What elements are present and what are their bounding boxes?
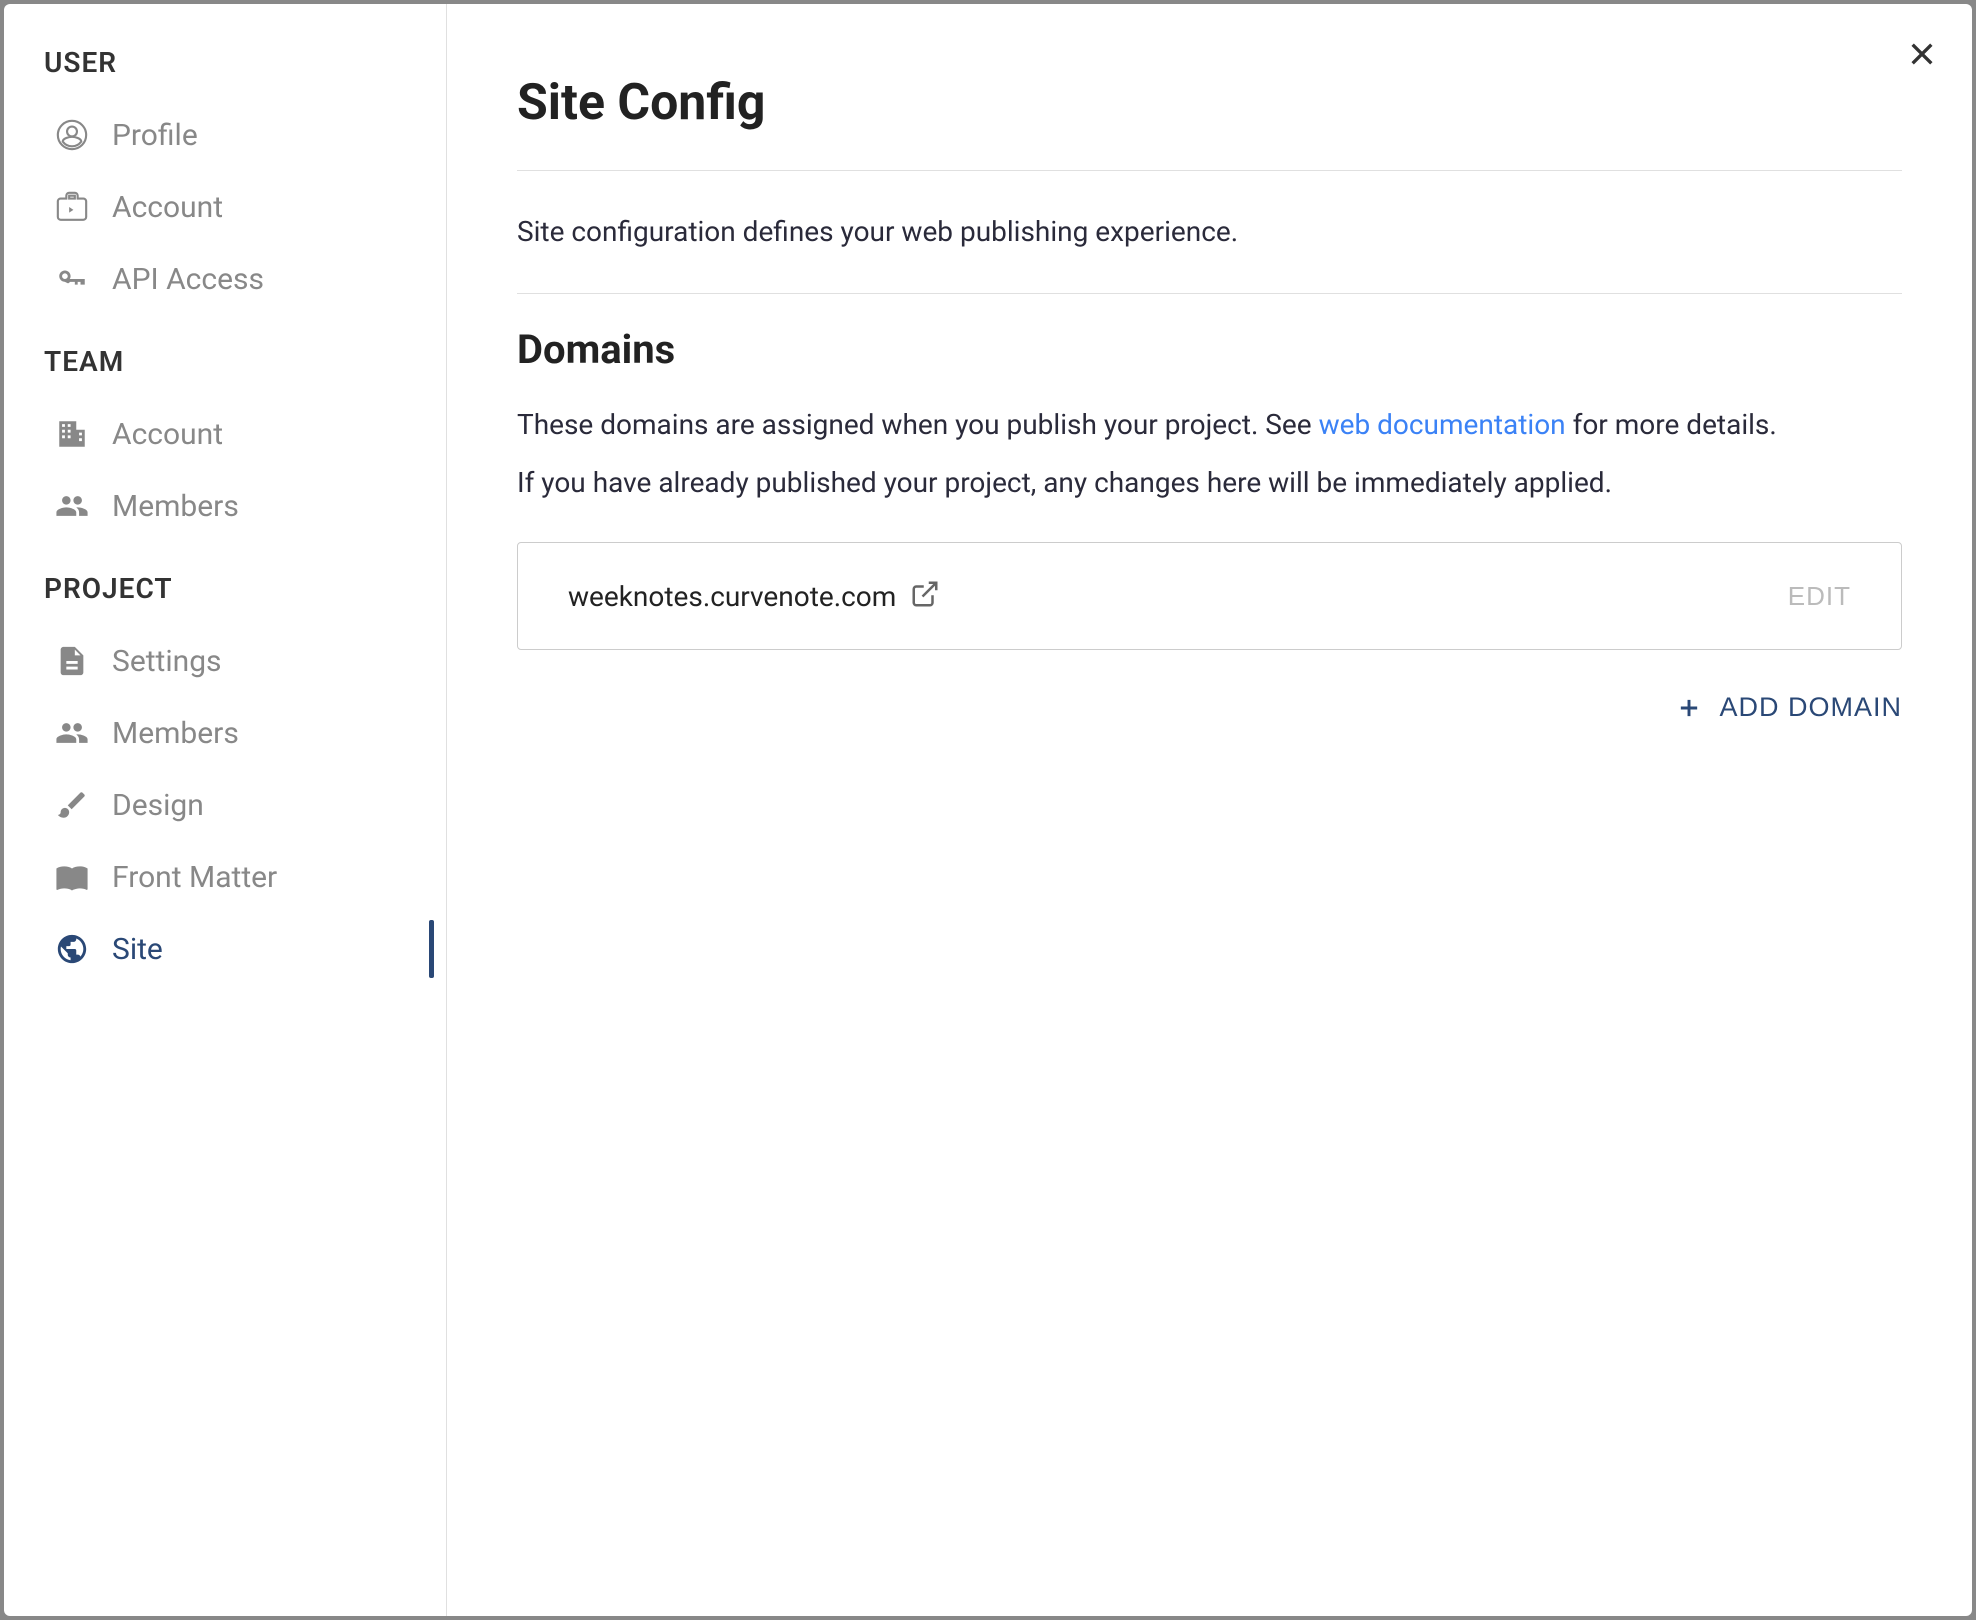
- sidebar-section-user: USER: [4, 46, 446, 99]
- divider: [517, 293, 1902, 294]
- sidebar-item-label: Account: [112, 190, 223, 225]
- add-domain-button[interactable]: ADD DOMAIN: [1675, 692, 1902, 723]
- domains-description-line2: If you have already published your proje…: [517, 459, 1902, 507]
- web-documentation-link[interactable]: web documentation: [1319, 408, 1566, 441]
- sidebar-item-user-account[interactable]: Account: [4, 171, 446, 243]
- domain-name: weeknotes.curvenote.com: [568, 580, 896, 613]
- person-circle-icon: [52, 115, 92, 155]
- page-title: Site Config: [517, 74, 1902, 132]
- text-fragment: for more details.: [1566, 408, 1777, 441]
- sidebar-section-project: PROJECT: [4, 542, 446, 625]
- key-icon: [52, 259, 92, 299]
- sidebar-item-label: Members: [112, 716, 239, 751]
- page-description: Site configuration defines your web publ…: [517, 171, 1902, 293]
- domain-row: weeknotes.curvenote.com EDIT: [517, 542, 1902, 650]
- sidebar-item-label: Front Matter: [112, 860, 277, 895]
- globe-icon: [52, 929, 92, 969]
- sidebar-item-project-members[interactable]: Members: [4, 697, 446, 769]
- sidebar-item-team-members[interactable]: Members: [4, 470, 446, 542]
- sidebar-item-settings[interactable]: Settings: [4, 625, 446, 697]
- building-icon: [52, 414, 92, 454]
- text-fragment: These domains are assigned when you publ…: [517, 408, 1319, 441]
- sidebar: USER Profile Account API Access TEAM: [4, 4, 447, 1616]
- sidebar-item-label: API Access: [112, 262, 264, 297]
- sidebar-item-label: Site: [112, 932, 163, 967]
- sidebar-item-design[interactable]: Design: [4, 769, 446, 841]
- domain-cell: weeknotes.curvenote.com: [568, 579, 940, 613]
- brush-icon: [52, 785, 92, 825]
- sidebar-item-label: Members: [112, 489, 239, 524]
- people-icon: [52, 486, 92, 526]
- sidebar-item-label: Settings: [112, 644, 222, 679]
- sidebar-item-label: Account: [112, 417, 223, 452]
- document-icon: [52, 641, 92, 681]
- sidebar-item-label: Design: [112, 788, 204, 823]
- book-icon: [52, 857, 92, 897]
- edit-domain-button[interactable]: EDIT: [1788, 581, 1851, 612]
- domains-description: These domains are assigned when you publ…: [517, 401, 1902, 449]
- sidebar-section-team: TEAM: [4, 315, 446, 398]
- sidebar-item-profile[interactable]: Profile: [4, 99, 446, 171]
- sidebar-item-team-account[interactable]: Account: [4, 398, 446, 470]
- sidebar-item-api-access[interactable]: API Access: [4, 243, 446, 315]
- add-domain-row: ADD DOMAIN: [517, 692, 1902, 723]
- sidebar-item-front-matter[interactable]: Front Matter: [4, 841, 446, 913]
- external-link-icon[interactable]: [910, 579, 940, 613]
- main-content: Site Config Site configuration defines y…: [447, 4, 1972, 1616]
- sidebar-item-site[interactable]: Site: [4, 913, 446, 985]
- domains-title: Domains: [517, 326, 1902, 373]
- settings-modal: USER Profile Account API Access TEAM: [4, 4, 1972, 1616]
- sidebar-item-label: Profile: [112, 118, 198, 153]
- briefcase-icon: [52, 187, 92, 227]
- add-domain-label: ADD DOMAIN: [1719, 692, 1902, 723]
- plus-icon: [1675, 694, 1703, 722]
- close-button[interactable]: [1902, 34, 1942, 74]
- people-icon: [52, 713, 92, 753]
- close-icon: [1906, 38, 1938, 70]
